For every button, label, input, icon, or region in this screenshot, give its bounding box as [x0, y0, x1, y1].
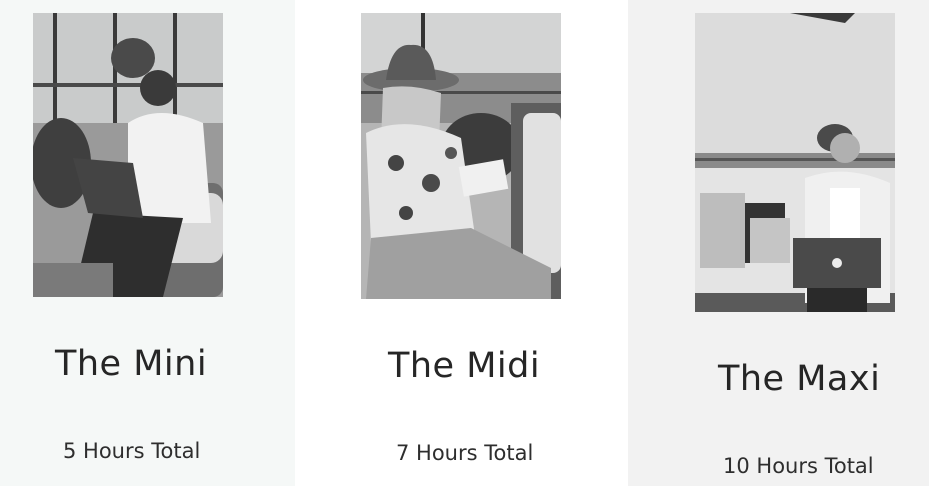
- package-hours: 10 Hours Total: [723, 454, 874, 478]
- woman-with-shopping-bags-photo: [695, 13, 895, 312]
- package-card-midi: The Midi 7 Hours Total: [295, 0, 628, 486]
- package-hours: 7 Hours Total: [396, 441, 534, 465]
- package-title: The Maxi: [718, 359, 881, 399]
- package-title: The Mini: [55, 344, 208, 384]
- woman-on-laptop-photo: [33, 13, 223, 297]
- package-card-maxi: The Maxi 10 Hours Total: [628, 0, 929, 486]
- package-title: The Midi: [388, 346, 541, 386]
- package-card-mini: The Mini 5 Hours Total: [0, 0, 295, 486]
- package-hours: 5 Hours Total: [63, 439, 201, 463]
- woman-in-hat-writing-photo: [361, 13, 561, 299]
